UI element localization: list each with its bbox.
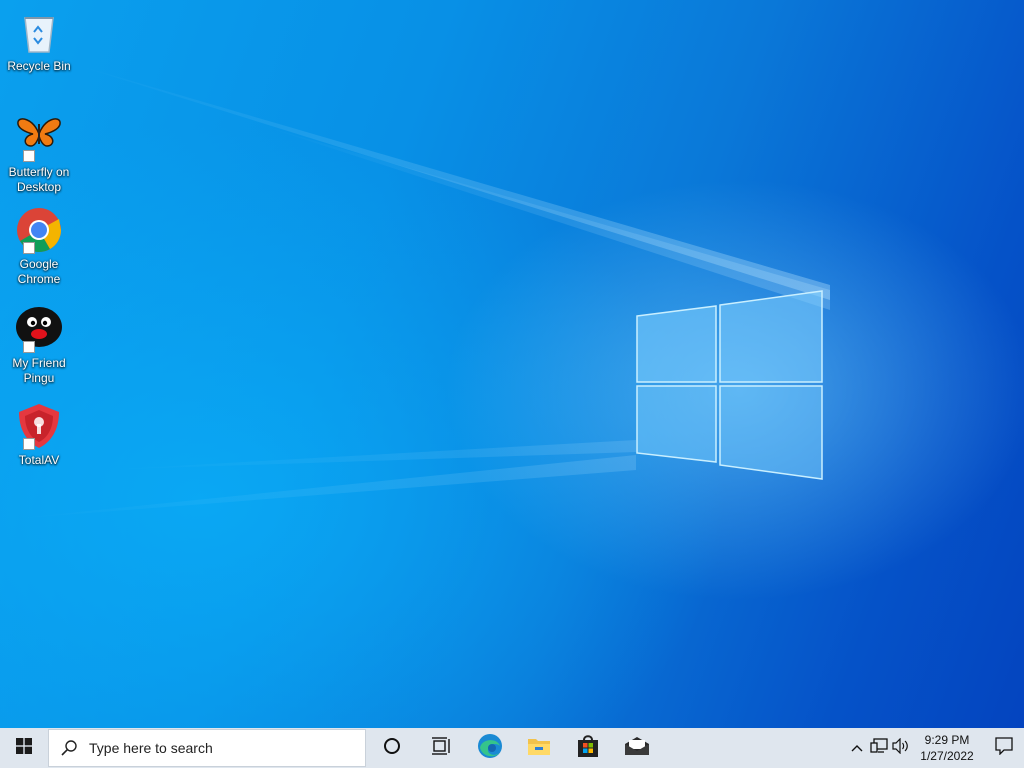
clock-time: 9:29 PM — [924, 733, 970, 747]
desktop-icon-label: Recycle Bin — [7, 59, 71, 73]
file-explorer-button[interactable] — [514, 728, 563, 768]
desktop-icon-recycle-bin[interactable]: Recycle Bin — [3, 8, 75, 74]
action-center-button[interactable] — [984, 728, 1024, 768]
clock[interactable]: 9:29 PM 1/27/2022 — [916, 732, 978, 764]
search-icon — [49, 740, 89, 756]
taskbar: Type here to search 9:29 PM 1/27/2022 — [0, 728, 1024, 768]
desktop-icon-label: Google Chrome — [17, 257, 61, 286]
edge-icon — [477, 733, 503, 764]
task-view-button[interactable] — [416, 728, 465, 768]
system-tray: 9:29 PM 1/27/2022 — [846, 728, 1024, 768]
shortcut-arrow-icon — [23, 242, 35, 254]
clock-date: 1/27/2022 — [920, 749, 974, 763]
store-button[interactable] — [563, 728, 612, 768]
speaker-icon — [892, 737, 910, 759]
start-button[interactable] — [0, 728, 48, 768]
desktop-icon-label: My Friend Pingu — [12, 356, 66, 385]
network-icon — [870, 737, 888, 759]
shortcut-arrow-icon — [23, 341, 35, 353]
shortcut-arrow-icon — [23, 150, 35, 162]
pingu-icon — [15, 305, 63, 353]
butterfly-icon — [15, 114, 63, 162]
mail-button[interactable] — [612, 728, 661, 768]
windows-logo-icon — [16, 737, 32, 759]
edge-taskbar-button[interactable] — [465, 728, 514, 768]
desktop-icon-google-chrome[interactable]: Google Chrome — [3, 206, 75, 287]
show-hidden-icons-button[interactable] — [846, 728, 868, 768]
wallpaper-light-beams — [0, 60, 830, 520]
totalav-shield-icon — [15, 402, 63, 450]
recycle-bin-icon — [15, 8, 63, 56]
chevron-up-icon — [851, 739, 863, 757]
desktop-icon-totalav[interactable]: TotalAV — [3, 402, 75, 468]
volume-button[interactable] — [890, 728, 912, 768]
store-icon — [576, 734, 600, 763]
search-input[interactable]: Type here to search — [48, 729, 366, 767]
desktop-icon-label: TotalAV — [18, 453, 60, 467]
wallpaper-windows-logo — [636, 290, 823, 480]
shortcut-arrow-icon — [23, 438, 35, 450]
file-explorer-icon — [527, 736, 551, 761]
chrome-icon — [15, 206, 63, 254]
mail-icon — [624, 736, 650, 761]
network-button[interactable] — [868, 728, 890, 768]
desktop[interactable]: Recycle Bin Butterfly on Desktop Google … — [0, 0, 1024, 728]
notification-icon — [995, 736, 1013, 760]
desktop-icon-butterfly[interactable]: Butterfly on Desktop — [3, 114, 75, 195]
cortana-button[interactable] — [367, 728, 416, 768]
task-view-icon — [431, 736, 451, 760]
desktop-icon-label: Butterfly on Desktop — [8, 165, 70, 194]
desktop-icon-my-friend-pingu[interactable]: My Friend Pingu — [3, 305, 75, 386]
cortana-circle-icon — [383, 737, 401, 760]
search-placeholder: Type here to search — [89, 740, 213, 756]
